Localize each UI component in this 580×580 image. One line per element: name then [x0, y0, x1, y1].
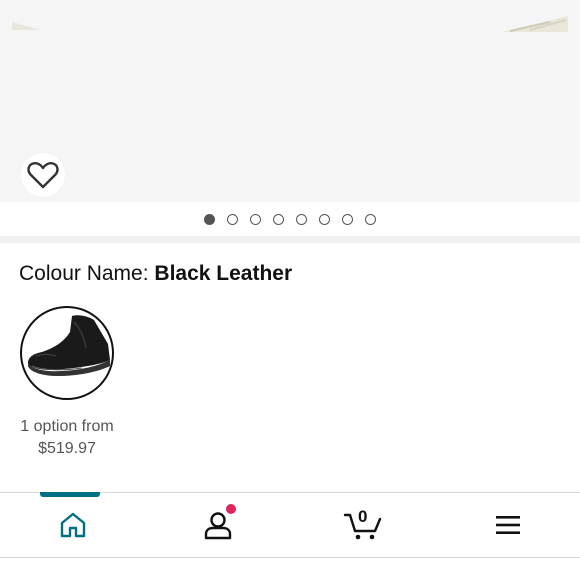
carousel-dot-8[interactable] [365, 213, 376, 225]
product-image-carousel[interactable] [0, 0, 580, 202]
colour-name-row: Colour Name: Black Leather [19, 262, 292, 286]
cart-count: 0 [358, 507, 368, 526]
carousel-dot-6[interactable] [319, 213, 330, 225]
section-divider [0, 236, 580, 243]
carousel-dot-4[interactable] [273, 213, 284, 225]
home-icon [60, 512, 85, 538]
option-price: $519.97 [38, 440, 96, 457]
carousel-dot-7[interactable] [342, 213, 353, 225]
menu-icon [495, 516, 520, 534]
boot-thumbnail [28, 315, 110, 376]
nav-cart-button[interactable]: 0 [290, 493, 435, 557]
account-notification-dot [226, 504, 236, 514]
nav-account-button[interactable] [145, 493, 290, 557]
carousel-dot-2[interactable] [227, 213, 238, 225]
carousel-dot-3[interactable] [250, 213, 261, 225]
carousel-dot-5[interactable] [296, 213, 307, 225]
product-image-fragment-right [502, 16, 568, 32]
nav-menu-button[interactable] [435, 493, 580, 557]
carousel-dot-1[interactable] [204, 213, 215, 225]
colour-swatch-black-leather[interactable] [20, 306, 114, 400]
account-icon [204, 512, 231, 540]
nav-home-button[interactable] [0, 493, 145, 557]
carousel-pagination [0, 202, 580, 236]
product-image-fragment-left [12, 22, 40, 30]
bottom-navigation-bar: 0 [0, 492, 580, 558]
colour-name-value: Black Leather [154, 262, 293, 285]
option-summary: 1 option from $519.97 [0, 416, 134, 460]
option-count-text: 1 option from [20, 418, 114, 435]
colour-name-label: Colour Name: [19, 262, 149, 285]
add-to-wishlist-button[interactable] [21, 153, 65, 197]
heart-icon [27, 162, 59, 189]
